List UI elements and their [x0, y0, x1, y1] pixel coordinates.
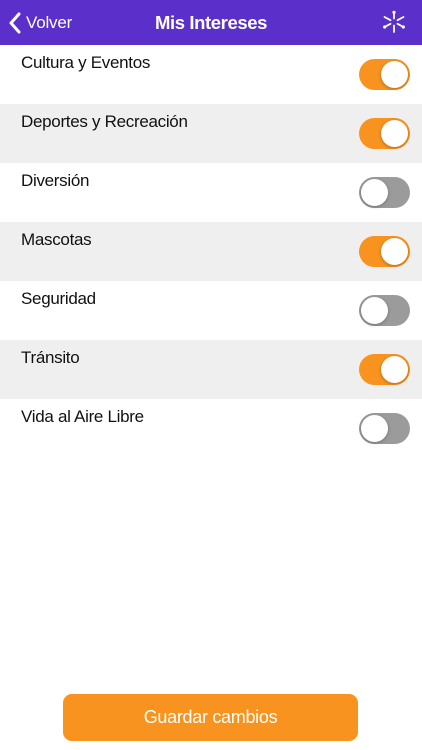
interest-toggle[interactable] — [359, 354, 410, 385]
toggle-knob — [361, 297, 388, 324]
interest-row-mascotas: Mascotas — [0, 222, 422, 281]
interest-label: Mascotas — [21, 229, 92, 249]
interest-row-cultura-y-eventos: Cultura y Eventos — [0, 45, 422, 104]
toggle-knob — [381, 238, 408, 265]
navigation-bar: Volver Mis Intereses — [0, 0, 422, 45]
interest-toggle[interactable] — [359, 236, 410, 267]
toggle-knob — [361, 415, 388, 442]
interest-toggle[interactable] — [359, 59, 410, 90]
interest-toggle[interactable] — [359, 413, 410, 444]
interest-label: Diversión — [21, 170, 90, 190]
interest-label: Cultura y Eventos — [21, 52, 151, 72]
toggle-knob — [381, 61, 408, 88]
sparkle-logo-icon — [383, 10, 405, 33]
interest-row-seguridad: Seguridad — [0, 281, 422, 340]
interest-row-transito: Tránsito — [0, 340, 422, 399]
back-button[interactable]: Volver — [8, 0, 72, 45]
interests-list: Cultura y Eventos Deportes y Recreación … — [0, 45, 422, 458]
interest-label: Vida al Aire Libre — [21, 406, 144, 426]
interest-label: Seguridad — [21, 288, 96, 308]
chevron-left-icon — [9, 12, 21, 33]
back-label: Volver — [26, 12, 73, 32]
interest-row-deportes-y-recreacion: Deportes y Recreación — [0, 104, 422, 163]
save-changes-button[interactable]: Guardar cambios — [63, 694, 358, 741]
interest-label: Tránsito — [21, 347, 80, 367]
toggle-knob — [381, 356, 408, 383]
interest-label: Deportes y Recreación — [21, 111, 188, 131]
interest-toggle[interactable] — [359, 118, 410, 149]
interest-row-vida-al-aire-libre: Vida al Aire Libre — [0, 399, 422, 458]
interest-toggle[interactable] — [359, 295, 410, 326]
toggle-knob — [381, 120, 408, 147]
toggle-knob — [361, 179, 388, 206]
interest-toggle[interactable] — [359, 177, 410, 208]
interest-row-diversion: Diversión — [0, 163, 422, 222]
